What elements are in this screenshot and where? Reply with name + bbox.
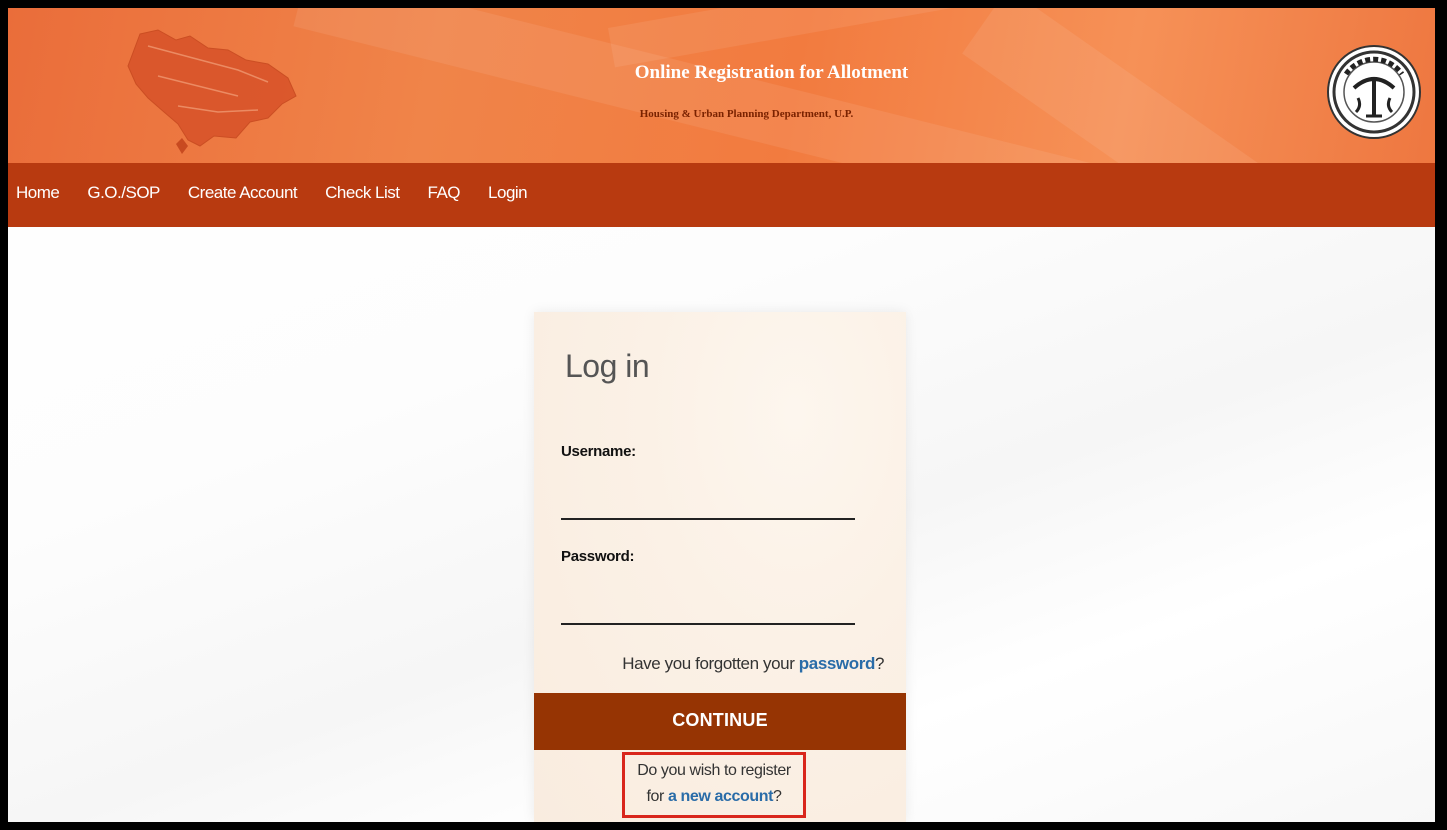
nav-login[interactable]: Login bbox=[474, 183, 541, 207]
password-input[interactable] bbox=[561, 593, 855, 625]
nav-go-sop[interactable]: G.O./SOP bbox=[73, 183, 174, 207]
register-line1: Do you wish to register bbox=[637, 762, 791, 779]
register-prompt: Do you wish to register for a new accoun… bbox=[622, 752, 806, 818]
site-subtitle: Housing & Urban Planning Department, U.P… bbox=[639, 108, 854, 120]
register-prefix: for bbox=[646, 788, 668, 805]
main-navbar: Home G.O./SOP Create Account Check List … bbox=[8, 163, 1435, 227]
username-label: Username: bbox=[561, 443, 636, 460]
nav-check-list[interactable]: Check List bbox=[311, 183, 413, 207]
up-state-map-logo bbox=[127, 29, 297, 154]
login-card: Log in Username: Password: Have you forg… bbox=[534, 312, 906, 822]
register-suffix: ? bbox=[773, 788, 782, 805]
nav-create-account[interactable]: Create Account bbox=[174, 183, 311, 207]
nav-faq[interactable]: FAQ bbox=[414, 183, 475, 207]
page-frame: Online Registration for Allotment Housin… bbox=[8, 8, 1435, 822]
forgot-password-text: Have you forgotten your password? bbox=[534, 654, 884, 674]
login-heading: Log in bbox=[565, 348, 650, 384]
register-line2: for a new account? bbox=[625, 784, 803, 810]
site-title: Online Registration for Allotment bbox=[634, 62, 909, 83]
forgot-password-suffix: ? bbox=[874, 654, 884, 673]
continue-button[interactable]: CONTINUE bbox=[534, 693, 906, 750]
up-government-emblem bbox=[1327, 45, 1421, 139]
password-label: Password: bbox=[561, 548, 635, 565]
header-banner: Online Registration for Allotment Housin… bbox=[8, 8, 1435, 163]
username-input[interactable] bbox=[561, 488, 855, 520]
nav-home[interactable]: Home bbox=[8, 183, 73, 207]
new-account-link[interactable]: a new account bbox=[668, 788, 773, 805]
forgot-password-link[interactable]: password bbox=[799, 654, 876, 673]
forgot-password-prefix: Have you forgotten your bbox=[622, 654, 799, 673]
